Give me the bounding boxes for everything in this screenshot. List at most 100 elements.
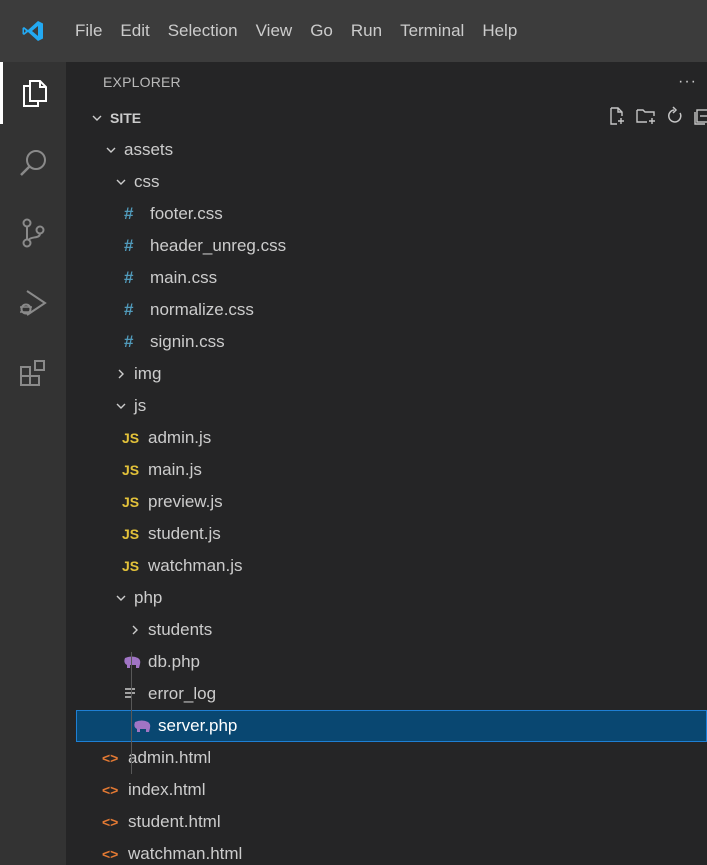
file-signin-css[interactable]: # signin.css (66, 326, 707, 358)
text-file-icon (122, 687, 148, 701)
folder-label: assets (124, 140, 174, 159)
chevron-right-icon (126, 624, 144, 636)
collapse-all-icon[interactable] (693, 106, 707, 131)
file-watchman-html[interactable]: <> watchman.html (66, 838, 707, 865)
file-main-js[interactable]: JS main.js (66, 454, 707, 486)
file-label: main.js (148, 460, 202, 479)
menu-view[interactable]: View (247, 0, 302, 62)
php-elephant-icon (132, 719, 158, 733)
menu-selection[interactable]: Selection (159, 0, 247, 62)
new-folder-icon[interactable] (635, 106, 657, 131)
file-label: watchman.html (128, 844, 243, 863)
folder-assets[interactable]: assets (66, 134, 707, 166)
vscode-logo-icon[interactable] (0, 0, 66, 62)
file-db-php[interactable]: db.php (66, 646, 707, 678)
chevron-down-icon (112, 592, 130, 604)
file-label: signin.css (150, 332, 225, 351)
search-icon (20, 150, 46, 176)
file-preview-js[interactable]: JS preview.js (66, 486, 707, 518)
folder-label: img (134, 364, 162, 383)
explorer-actions (607, 102, 707, 134)
run-debug-activity-button[interactable] (0, 272, 66, 334)
chevron-down-icon (102, 144, 120, 156)
php-elephant-icon (122, 655, 148, 669)
css-file-icon: # (124, 204, 134, 223)
root-folder-site[interactable]: SITE (66, 102, 707, 134)
activity-bar (0, 62, 66, 865)
extensions-activity-button[interactable] (0, 342, 66, 404)
file-label: error_log (148, 684, 217, 703)
file-student-html[interactable]: <> student.html (66, 806, 707, 838)
html-file-icon: <> (102, 782, 119, 798)
indent-guide (131, 652, 132, 774)
js-file-icon: JS (122, 558, 140, 574)
css-file-icon: # (124, 268, 134, 287)
menu-run[interactable]: Run (342, 0, 391, 62)
file-index-html[interactable]: <> index.html (66, 774, 707, 806)
chevron-down-icon (112, 176, 130, 188)
menu-terminal[interactable]: Terminal (391, 0, 473, 62)
folder-label: php (134, 588, 163, 607)
css-file-icon: # (124, 332, 134, 351)
css-file-icon: # (124, 236, 134, 255)
menu-file[interactable]: File (66, 0, 111, 62)
file-footer-css[interactable]: # footer.css (66, 198, 707, 230)
js-file-icon: JS (122, 430, 140, 446)
file-watchman-js[interactable]: JS watchman.js (66, 550, 707, 582)
file-label: server.php (158, 716, 238, 735)
explorer-activity-button[interactable] (0, 62, 66, 124)
file-label: index.html (128, 780, 206, 799)
folder-label: students (148, 620, 213, 639)
chevron-down-icon (88, 112, 106, 124)
explorer-header: EXPLORER ··· (66, 62, 707, 102)
folder-img[interactable]: img (66, 358, 707, 390)
file-label: watchman.js (148, 556, 243, 575)
file-admin-html[interactable]: <> admin.html (66, 742, 707, 774)
source-control-activity-button[interactable] (0, 202, 66, 264)
file-label: student.js (148, 524, 221, 543)
file-label: db.php (148, 652, 200, 671)
more-actions-button[interactable]: ··· (678, 73, 697, 91)
html-file-icon: <> (102, 814, 119, 830)
file-label: main.css (150, 268, 218, 287)
file-label: preview.js (148, 492, 223, 511)
menu-bar: File Edit Selection View Go Run Terminal… (66, 0, 526, 62)
menu-help[interactable]: Help (473, 0, 526, 62)
html-file-icon: <> (102, 846, 119, 862)
folder-label: css (134, 172, 160, 191)
menu-go[interactable]: Go (301, 0, 342, 62)
file-server-php[interactable]: server.php (76, 710, 707, 742)
file-label: admin.html (128, 748, 212, 767)
run-debug-icon (20, 290, 47, 316)
explorer-sidebar: EXPLORER ··· SITE assets css # footer.cs… (66, 62, 707, 865)
file-admin-js[interactable]: JS admin.js (66, 422, 707, 454)
folder-php[interactable]: php (66, 582, 707, 614)
file-label: student.html (128, 812, 221, 831)
folder-css[interactable]: css (66, 166, 707, 198)
refresh-icon[interactable] (665, 105, 685, 131)
file-header-unreg-css[interactable]: # header_unreg.css (66, 230, 707, 262)
file-label: header_unreg.css (150, 236, 287, 255)
file-label: admin.js (148, 428, 212, 447)
html-file-icon: <> (102, 750, 119, 766)
file-label: normalize.css (150, 300, 254, 319)
folder-js[interactable]: js (66, 390, 707, 422)
file-error-log[interactable]: error_log (66, 678, 707, 710)
chevron-down-icon (112, 400, 130, 412)
css-file-icon: # (124, 300, 134, 319)
js-file-icon: JS (122, 526, 140, 542)
file-student-js[interactable]: JS student.js (66, 518, 707, 550)
search-activity-button[interactable] (0, 132, 66, 194)
file-label: footer.css (150, 204, 223, 223)
file-normalize-css[interactable]: # normalize.css (66, 294, 707, 326)
folder-students[interactable]: students (66, 614, 707, 646)
explorer-title: EXPLORER (103, 74, 181, 90)
files-icon (22, 80, 47, 107)
menu-edit[interactable]: Edit (111, 0, 158, 62)
source-control-icon (22, 218, 45, 248)
chevron-right-icon (112, 368, 130, 380)
file-main-css[interactable]: # main.css (66, 262, 707, 294)
js-file-icon: JS (122, 462, 140, 478)
new-file-icon[interactable] (607, 106, 627, 131)
root-folder-label: SITE (110, 110, 142, 126)
